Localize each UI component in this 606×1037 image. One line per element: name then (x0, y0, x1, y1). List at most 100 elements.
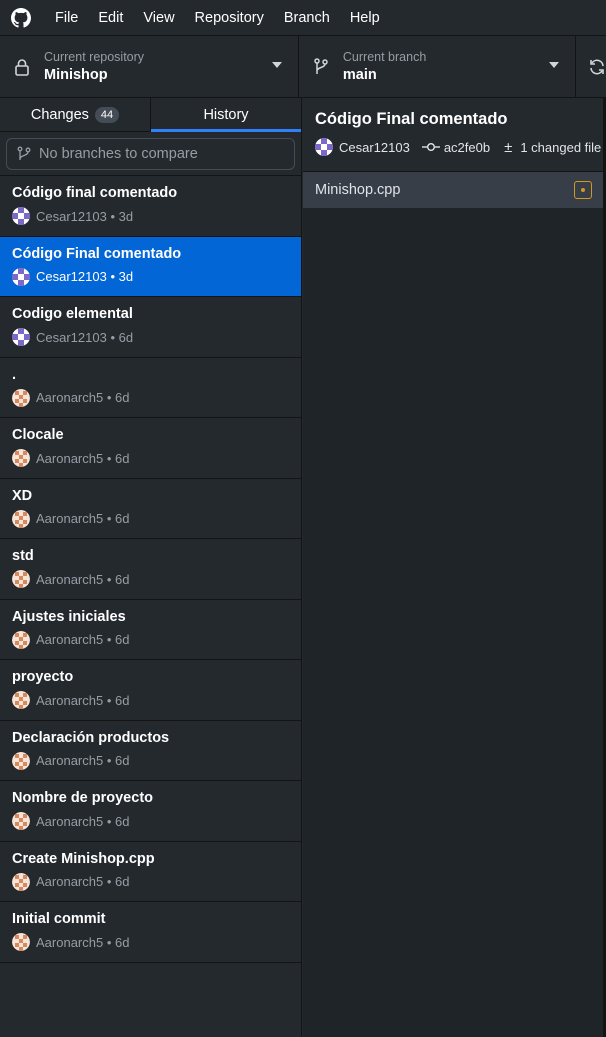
changes-count-badge: 44 (94, 106, 120, 123)
file-row-minishop[interactable]: Minishop.cpp (303, 172, 606, 208)
current-branch-button[interactable]: Current branch main (299, 36, 576, 97)
avatar (12, 207, 30, 225)
commit-detail-pane: Código Final comentado Cesar12103 ac2fe0… (303, 98, 606, 1037)
commit-list-item[interactable]: Ajustes iniciales Aaronarch5 • 6d (0, 600, 301, 660)
menu-view[interactable]: View (133, 0, 184, 36)
commit-list-item[interactable]: Código final comentado Cesar12103 • 3d (0, 176, 301, 237)
commit-item-author-time: Aaronarch5 • 6d (36, 632, 130, 647)
file-modified-icon (574, 181, 592, 199)
commit-item-title: Codigo elemental (12, 306, 133, 322)
commit-item-title: Nombre de proyecto (12, 790, 153, 806)
commit-summary: Código Final comentado Cesar12103 ac2fe0… (303, 98, 606, 172)
chevron-down-icon (549, 62, 559, 68)
compare-branch-input[interactable]: No branches to compare (6, 138, 295, 170)
commit-list-item[interactable]: Codigo elemental Cesar12103 • 6d (0, 297, 301, 358)
commit-item-author-time: Cesar12103 • 3d (36, 208, 134, 224)
tab-history-label: History (203, 106, 249, 123)
menu-branch[interactable]: Branch (274, 0, 340, 36)
commit-author: Cesar12103 (339, 139, 410, 155)
avatar (12, 933, 30, 951)
commit-item-meta: Aaronarch5 • 6d (12, 509, 289, 528)
commit-item-author-time: Aaronarch5 • 6d (36, 571, 130, 587)
commit-list-item[interactable]: Create Minishop.cpp Aaronarch5 • 6d (0, 842, 301, 902)
tab-changes[interactable]: Changes 44 (0, 98, 150, 131)
branch-label: Current branch (342, 49, 427, 64)
commit-item-author-time: Cesar12103 • 6d (36, 329, 134, 345)
commit-list-item[interactable]: . Aaronarch5 • 6d (0, 358, 301, 418)
git-commit-icon (421, 141, 440, 153)
commit-list-item[interactable]: Initial commit Aaronarch5 • 6d (0, 902, 301, 963)
commit-list-item[interactable]: proyecto Aaronarch5 • 6d (0, 660, 301, 721)
commit-item-author-time: Aaronarch5 • 6d (36, 934, 130, 950)
avatar (12, 812, 30, 830)
commit-list-item[interactable]: Clocale Aaronarch5 • 6d (0, 418, 301, 479)
commit-item-meta: Aaronarch5 • 6d (12, 751, 289, 770)
menu-repository[interactable]: Repository (185, 0, 274, 36)
menu-bar: File Edit View Repository Branch Help (0, 0, 606, 36)
commit-title: Código Final comentado (315, 110, 508, 128)
avatar (12, 872, 30, 891)
current-repository-button[interactable]: Current repository Minishop (0, 36, 299, 97)
toolbar: Current repository Minishop Current bran… (0, 36, 606, 98)
commit-item-meta: Cesar12103 • 3d (12, 207, 289, 225)
commit-item-title: Create Minishop.cpp (12, 850, 155, 867)
commit-list-item[interactable]: Declaración productos Aaronarch5 • 6d (0, 721, 301, 781)
commit-item-meta: Aaronarch5 • 6d (12, 449, 289, 467)
commit-item-title: std (12, 548, 34, 564)
avatar (12, 509, 30, 528)
commit-item-meta: Aaronarch5 • 6d (12, 933, 289, 951)
commit-item-meta: Aaronarch5 • 6d (12, 872, 289, 891)
repository-label: Current repository (44, 49, 145, 64)
commit-list-item[interactable]: Código Final comentado Cesar12103 • 3d (0, 236, 301, 297)
commit-item-author-time: Aaronarch5 • 6d (36, 450, 130, 466)
commit-item-title: . (12, 366, 17, 383)
commit-item-author-time: Aaronarch5 • 6d (36, 813, 130, 829)
sidebar: Changes 44 History No branches to compar… (0, 98, 302, 1037)
sync-icon (588, 58, 606, 76)
commit-sha: ac2fe0b (443, 139, 491, 155)
commit-item-meta: Aaronarch5 • 6d (12, 691, 289, 709)
commit-item-meta: Aaronarch5 • 6d (12, 812, 289, 830)
commit-item-meta: Aaronarch5 • 6d (12, 570, 289, 588)
avatar (12, 570, 30, 588)
commit-item-title: Clocale (12, 427, 64, 443)
avatar (12, 328, 30, 346)
commit-item-author-time: Aaronarch5 • 6d (36, 874, 130, 889)
github-logo-icon (0, 0, 42, 36)
commit-item-title: Declaración productos (12, 729, 170, 746)
chevron-down-icon (271, 62, 282, 68)
commit-item-meta: Aaronarch5 • 6d (12, 630, 289, 649)
menu-edit[interactable]: Edit (88, 0, 133, 36)
fetch-origin-button[interactable] (576, 36, 606, 97)
commit-list: Código final comentado Cesar12103 • 3d Cód… (0, 176, 301, 963)
commit-item-title: Código final comentado (12, 185, 178, 201)
commit-list-item[interactable]: Nombre de proyecto Aaronarch5 • 6d (0, 781, 301, 842)
file-name: Minishop.cpp (315, 182, 401, 198)
commit-list-item[interactable]: std Aaronarch5 • 6d (0, 539, 301, 600)
author-avatar (315, 138, 333, 156)
commit-item-meta: Cesar12103 • 6d (12, 328, 289, 346)
sidebar-tabs: Changes 44 History (0, 98, 301, 132)
menu-file[interactable]: File (42, 0, 88, 36)
commit-meta: Cesar12103 ac2fe0b ± 1 changed file (315, 138, 601, 156)
commit-list-item[interactable]: XD Aaronarch5 • 6d (0, 479, 301, 539)
commit-item-author-time: Aaronarch5 • 6d (36, 390, 130, 405)
avatar (12, 630, 30, 649)
commit-item-author-time: Cesar12103 • 3d (36, 269, 134, 284)
tab-changes-label: Changes (30, 106, 89, 123)
menu-help[interactable]: Help (340, 0, 390, 36)
changed-files-count: 1 changed file (520, 139, 602, 155)
avatar (12, 449, 30, 467)
lock-icon (0, 58, 44, 76)
commit-item-author-time: Aaronarch5 • 6d (36, 753, 130, 768)
avatar (12, 691, 30, 709)
commit-item-title: Initial commit (12, 911, 106, 927)
commit-item-title: Ajustes iniciales (12, 608, 126, 625)
diff-icon: ± (504, 138, 513, 156)
tab-history[interactable]: History (150, 98, 301, 132)
commit-item-author-time: Aaronarch5 • 6d (36, 511, 130, 526)
compare-placeholder: No branches to compare (39, 146, 198, 162)
git-branch-icon (17, 146, 31, 162)
commit-item-title: Código Final comentado (12, 245, 182, 262)
commit-item-meta: Aaronarch5 • 6d (12, 388, 289, 407)
